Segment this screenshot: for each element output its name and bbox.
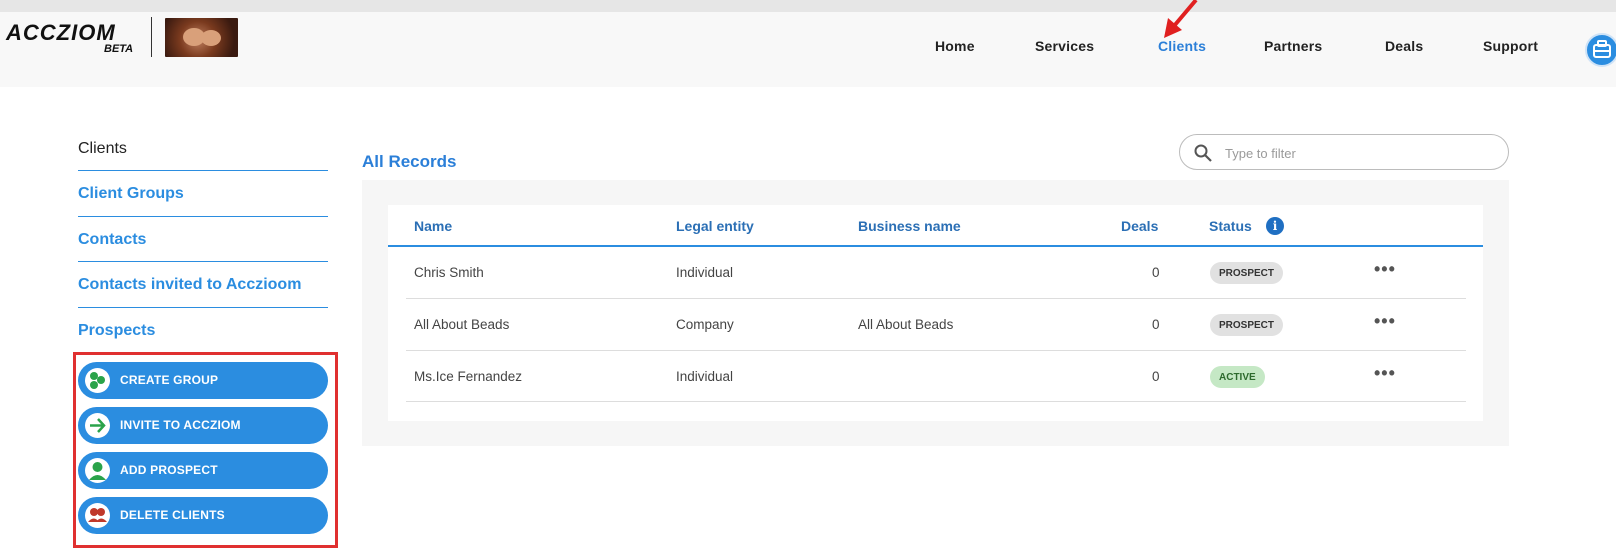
cell-deals: 0 (1152, 369, 1160, 384)
sidebar-item-client-groups[interactable]: Client Groups (78, 185, 328, 203)
row-divider (406, 350, 1466, 351)
cell-name[interactable]: Chris Smith (414, 265, 484, 280)
logo-wordmark: ACCZIOM (6, 20, 116, 45)
sidebar-item-clients[interactable]: Clients (78, 140, 328, 158)
cell-deals: 0 (1152, 317, 1160, 332)
top-header (0, 12, 1616, 87)
invite-to-acczioom-button[interactable]: INVITE TO ACCZIOM (78, 407, 328, 444)
sidebar-divider (78, 307, 328, 308)
filter-input[interactable] (1225, 143, 1495, 163)
briefcase-icon (1593, 40, 1611, 58)
sidebar-item-contacts[interactable]: Contacts (78, 231, 328, 249)
invite-label: INVITE TO ACCZIOM (120, 418, 241, 432)
add-prospect-button[interactable]: ADD PROSPECT (78, 452, 328, 489)
people-icon (85, 503, 110, 528)
status-badge: PROSPECT (1210, 314, 1284, 336)
row-divider (406, 298, 1466, 299)
row-divider (406, 401, 1466, 402)
row-more-icon[interactable]: ••• (1374, 311, 1396, 332)
logo-beta-tag: BETA (104, 43, 134, 55)
column-header-deals[interactable]: Deals (1121, 218, 1158, 234)
add-prospect-label: ADD PROSPECT (120, 463, 218, 477)
table-header-divider (388, 245, 1483, 247)
cell-business-name: All About Beads (858, 317, 954, 332)
status-badge: PROSPECT (1210, 262, 1284, 284)
column-header-name[interactable]: Name (414, 218, 452, 234)
sidebar-divider (78, 170, 328, 171)
create-group-button[interactable]: CREATE GROUP (78, 362, 328, 399)
delete-clients-button[interactable]: DELETE CLIENTS (78, 497, 328, 534)
status-info-icon[interactable]: i (1266, 217, 1284, 235)
row-more-icon[interactable]: ••• (1374, 363, 1396, 384)
red-pointer-arrow-icon (1164, 0, 1198, 38)
row-more-icon[interactable]: ••• (1374, 259, 1396, 280)
cell-legal-entity: Individual (676, 265, 734, 280)
cell-name[interactable]: Ms.Ice Fernandez (414, 369, 522, 384)
arrow-right-icon (85, 413, 110, 438)
cell-legal-entity: Individual (676, 369, 734, 384)
cell-name[interactable]: All About Beads (414, 317, 509, 332)
column-header-legal-entity[interactable]: Legal entity (676, 218, 754, 234)
nav-services[interactable]: Services (1035, 38, 1094, 54)
account-button[interactable] (1585, 33, 1616, 67)
sidebar-item-contacts-invited[interactable]: Contacts invited to Acczioom (78, 276, 328, 294)
status-badge: ACTIVE (1210, 366, 1265, 388)
nav-deals[interactable]: Deals (1385, 38, 1423, 54)
page-title: All Records (362, 152, 457, 171)
delete-clients-label: DELETE CLIENTS (120, 508, 225, 522)
group-icon (85, 368, 110, 393)
cell-deals: 0 (1152, 265, 1160, 280)
filter-box[interactable] (1179, 134, 1509, 170)
browser-top-strip (0, 0, 1616, 12)
column-header-business-name[interactable]: Business name (858, 218, 961, 234)
nav-partners[interactable]: Partners (1264, 38, 1322, 54)
cell-legal-entity: Company (676, 317, 734, 332)
sidebar-divider (78, 216, 328, 217)
brand-photo (165, 18, 238, 57)
nav-support[interactable]: Support (1483, 38, 1538, 54)
column-header-status[interactable]: Status (1209, 218, 1252, 234)
sidebar-divider (78, 261, 328, 262)
create-group-label: CREATE GROUP (120, 373, 219, 387)
logo-divider (151, 17, 152, 57)
nav-home[interactable]: Home (935, 38, 975, 54)
acczioom-logo[interactable]: ACCZIOM BETA (6, 20, 136, 60)
sidebar-item-prospects[interactable]: Prospects (78, 322, 328, 340)
records-table (388, 205, 1483, 421)
search-icon (1194, 144, 1212, 162)
person-icon (85, 458, 110, 483)
